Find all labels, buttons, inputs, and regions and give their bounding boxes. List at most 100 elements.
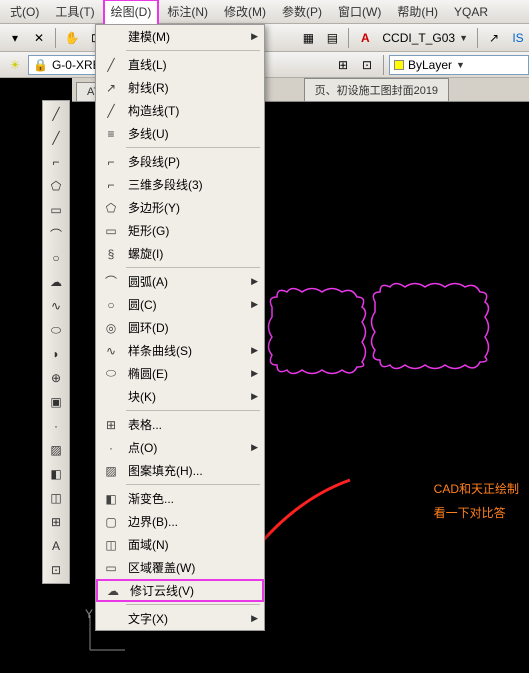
line-icon: ╱ — [102, 56, 120, 74]
text-tool-icon[interactable]: A — [45, 535, 67, 557]
menu-modify[interactable]: 修改(M) — [216, 0, 274, 23]
arc-icon: ⌒ — [102, 273, 120, 291]
pan-icon[interactable]: ✋ — [61, 27, 83, 49]
line-tool-icon[interactable]: ╱ — [45, 103, 67, 125]
xline-tool-icon[interactable]: ╱ — [45, 127, 67, 149]
menu-item-label: 螺旋(I) — [128, 245, 163, 262]
menu-item-ray[interactable]: ↗射线(R) — [96, 76, 264, 99]
region-tool-icon[interactable]: ◫ — [45, 487, 67, 509]
toolbar-btn[interactable]: ▤ — [321, 27, 343, 49]
menu-item-hatch[interactable]: ▨图案填充(H)... — [96, 459, 264, 482]
chevron-down-icon: ▼ — [456, 60, 465, 70]
menu-item-table[interactable]: ⊞表格... — [96, 413, 264, 436]
toolbar-btn[interactable]: ▾ — [4, 27, 26, 49]
menu-item-revcloud[interactable]: ☁修订云线(V) — [96, 579, 264, 602]
3dpline-icon: ⌐ — [102, 176, 120, 194]
table-tool-icon[interactable]: ⊞ — [45, 511, 67, 533]
tool-icon[interactable]: ⊡ — [45, 559, 67, 581]
block-tool-icon[interactable]: ▣ — [45, 391, 67, 413]
revcloud-tool-icon[interactable]: ☁ — [45, 271, 67, 293]
toolbar-btn[interactable]: ↗ — [483, 27, 505, 49]
text-icon[interactable]: A — [354, 27, 376, 49]
polygon-tool-icon[interactable]: ⬠ — [45, 175, 67, 197]
toolbar-btn[interactable]: IS — [507, 27, 529, 49]
ellipse-arc-tool-icon[interactable]: ◗ — [45, 343, 67, 365]
menu-item-polygon[interactable]: ⬠多边形(Y) — [96, 196, 264, 219]
menu-dimension[interactable]: 标注(N) — [159, 0, 216, 23]
point-icon: · — [102, 439, 120, 457]
menu-params[interactable]: 参数(P) — [274, 0, 330, 23]
menu-item-label: 射线(R) — [128, 79, 169, 96]
separator — [348, 28, 349, 48]
menu-item-label: 圆(C) — [128, 296, 157, 313]
menu-item-label: 椭圆(E) — [128, 365, 168, 382]
menu-help[interactable]: 帮助(H) — [389, 0, 446, 23]
circle-icon: ○ — [102, 296, 120, 314]
pline-tool-icon[interactable]: ⌐ — [45, 151, 67, 173]
mline-icon: ≡ — [102, 125, 120, 143]
menu-item-label: 圆环(D) — [128, 319, 169, 336]
menu-item-gradient[interactable]: ◧ 渐变色... — [96, 487, 264, 510]
menu-item-3dpline[interactable]: ⌐三维多段线(3) — [96, 173, 264, 196]
menu-item-spline[interactable]: ∿样条曲线(S)▶ — [96, 339, 264, 362]
donut-icon: ◎ — [102, 319, 120, 337]
menu-item-pline[interactable]: ⌐多段线(P) — [96, 150, 264, 173]
rect-icon: ▭ — [102, 222, 120, 240]
menu-item-boundary[interactable]: ▢边界(B)... — [96, 510, 264, 533]
bylayer-combo[interactable]: ByLayer ▼ — [389, 55, 529, 75]
color-swatch — [394, 60, 404, 70]
menu-item-circle[interactable]: ○圆(C)▶ — [96, 293, 264, 316]
table-icon: ⊞ — [102, 416, 120, 434]
ellipse-tool-icon[interactable]: ⬭ — [45, 319, 67, 341]
menu-item-label: 区域覆盖(W) — [128, 559, 195, 576]
sun-icon[interactable]: ☀ — [4, 54, 26, 76]
toolbar-btn[interactable]: ⊡ — [356, 54, 378, 76]
menu-item-label: 块(K) — [128, 388, 156, 405]
menu-item-item[interactable]: 块(K)▶ — [96, 385, 264, 408]
rect-tool-icon[interactable]: ▭ — [45, 199, 67, 221]
menu-tools[interactable]: 工具(T) — [47, 0, 102, 23]
arc-tool-icon[interactable]: ⌒ — [45, 223, 67, 245]
submenu-arrow-icon: ▶ — [251, 31, 258, 42]
gradient-icon: ◧ — [102, 490, 120, 508]
menu-yqar[interactable]: YQAR — [446, 2, 496, 22]
insert-tool-icon[interactable]: ⊕ — [45, 367, 67, 389]
point-tool-icon[interactable]: · — [45, 415, 67, 437]
menu-item-arc[interactable]: ⌒圆弧(A)▶ — [96, 270, 264, 293]
menu-item-label: 边界(B)... — [128, 513, 178, 530]
menu-separator — [126, 604, 260, 605]
menu-item-item[interactable]: 建模(M)▶ — [96, 25, 264, 48]
gradient-tool-icon[interactable]: ◧ — [45, 463, 67, 485]
menu-item-label: 渐变色... — [128, 490, 174, 507]
menu-item-mline[interactable]: ≡多线(U) — [96, 122, 264, 145]
text-style-value: CCDI_T_G03 — [382, 31, 455, 45]
close-icon[interactable]: ✕ — [28, 27, 50, 49]
wipeout-icon: ▭ — [102, 559, 120, 577]
annotation-text: CAD和天正绘制 看一下对比答 — [434, 477, 519, 525]
tab-main[interactable]: 页、初设施工图封面2019 — [304, 78, 449, 101]
menu-item-label: 样条曲线(S) — [128, 342, 192, 359]
menu-item-label: 多边形(Y) — [128, 199, 180, 216]
toolbar-btn[interactable]: ⊞ — [332, 54, 354, 76]
menu-item-item[interactable]: 文字(X)▶ — [96, 607, 264, 630]
menu-item-ellipse[interactable]: ⬭椭圆(E)▶ — [96, 362, 264, 385]
menu-item-helix[interactable]: §螺旋(I) — [96, 242, 264, 265]
menu-item-line[interactable]: ╱直线(L) — [96, 53, 264, 76]
menu-window[interactable]: 窗口(W) — [330, 0, 389, 23]
menubar: 式(O) 工具(T) 绘图(D) 标注(N) 修改(M) 参数(P) 窗口(W)… — [0, 0, 529, 24]
spline-tool-icon[interactable]: ∿ — [45, 295, 67, 317]
menu-item-label: 图案填充(H)... — [128, 462, 203, 479]
menu-item-region[interactable]: ◫面域(N) — [96, 533, 264, 556]
revcloud-icon: ☁ — [104, 582, 122, 600]
menu-item-wipeout[interactable]: ▭ 区域覆盖(W) — [96, 556, 264, 579]
toolbar-btn[interactable]: ▦ — [297, 27, 319, 49]
menu-draw[interactable]: 绘图(D) — [103, 0, 160, 24]
menu-item-rect[interactable]: ▭矩形(G) — [96, 219, 264, 242]
hatch-tool-icon[interactable]: ▨ — [45, 439, 67, 461]
menu-item-point[interactable]: ·点(O)▶ — [96, 436, 264, 459]
menu-format[interactable]: 式(O) — [2, 0, 47, 23]
text-style-combo[interactable]: CCDI_T_G03 ▼ — [378, 31, 472, 45]
menu-item-xline[interactable]: ╱构造线(T) — [96, 99, 264, 122]
circle-tool-icon[interactable]: ○ — [45, 247, 67, 269]
menu-item-donut[interactable]: ◎ 圆环(D) — [96, 316, 264, 339]
